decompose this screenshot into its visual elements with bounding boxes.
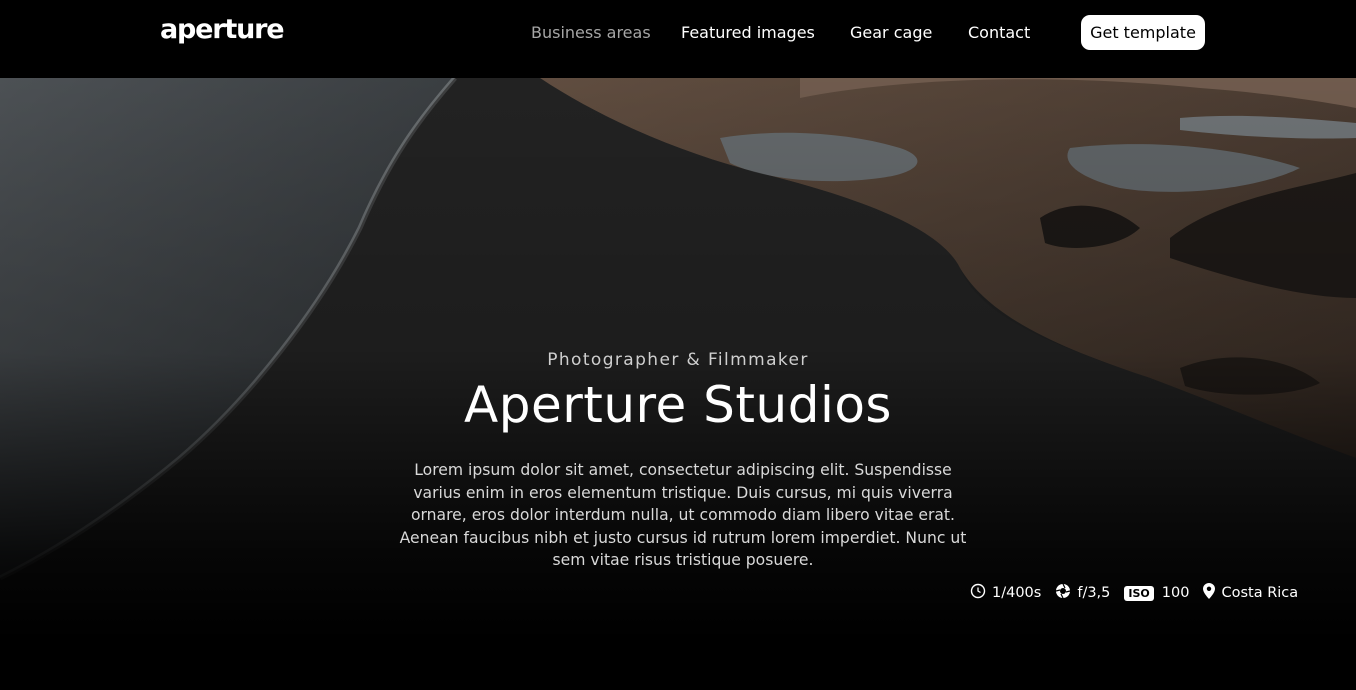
nav-link-business-areas[interactable]: Business areas [531, 23, 651, 42]
iso-value: 100 [1161, 585, 1190, 601]
logo[interactable]: aperture [160, 14, 285, 45]
photo-metadata: 1/400s f/3,5 ISO 100 Costa Rica [970, 582, 1298, 604]
get-template-button[interactable]: Get template [1081, 15, 1205, 50]
nav-link-contact[interactable]: Contact [968, 23, 1030, 42]
shutter-value: 1/400s [992, 585, 1042, 601]
iso-group: ISO 100 [1124, 585, 1189, 601]
aperture-value: f/3,5 [1077, 585, 1111, 601]
iso-icon: ISO [1124, 585, 1154, 601]
nav-link-gear-cage[interactable]: Gear cage [850, 23, 932, 42]
shutter-speed: 1/400s [970, 583, 1041, 603]
location-pin-icon [1203, 583, 1216, 603]
hero-section: Photographer & Filmmaker Aperture Studio… [0, 78, 1356, 690]
top-navigation-bar: aperture Business areas Featured images … [0, 0, 1356, 78]
location-group: Costa Rica [1203, 583, 1298, 603]
hero-description: Lorem ipsum dolor sit amet, consectetur … [399, 461, 967, 570]
hero-eyebrow: Photographer & Filmmaker [547, 350, 809, 370]
clock-icon [970, 583, 986, 603]
hero-title: Aperture Studios [464, 376, 892, 434]
nav-link-featured-images[interactable]: Featured images [681, 23, 815, 42]
location-value: Costa Rica [1221, 585, 1299, 601]
aperture-value-group: f/3,5 [1055, 583, 1110, 603]
aperture-icon [1055, 583, 1071, 603]
